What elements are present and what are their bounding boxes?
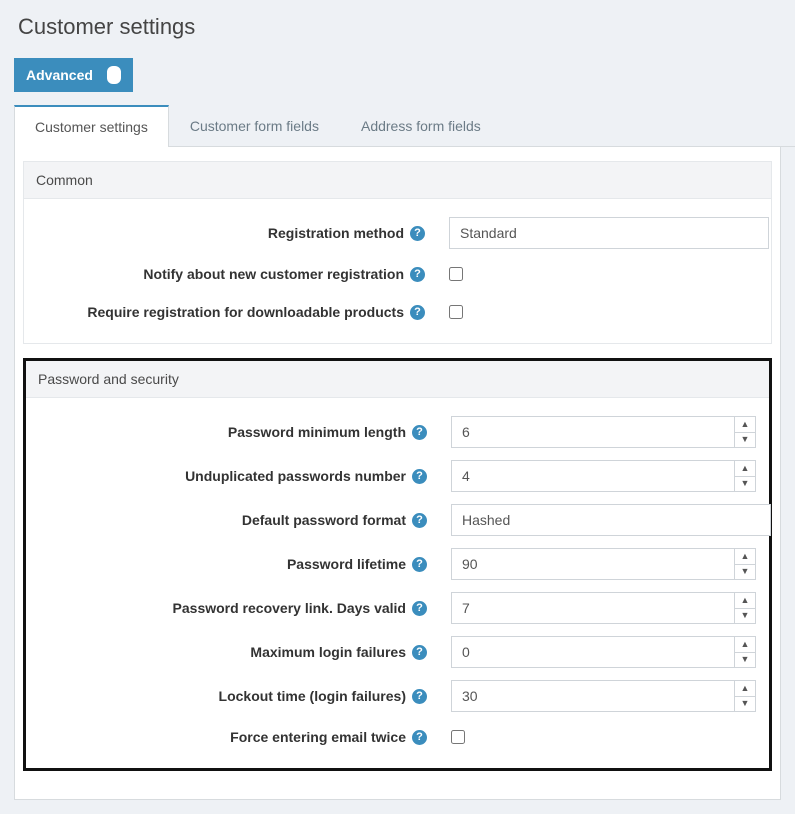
row-max-login-failures: Maximum login failures ? ▲ ▼: [34, 630, 761, 674]
row-force-email-twice: Force entering email twice ?: [34, 718, 761, 756]
tab-customer-settings[interactable]: Customer settings: [14, 105, 169, 147]
row-default-password-format: Default password format ? Hashed: [34, 498, 761, 542]
advanced-toggle[interactable]: Advanced: [14, 58, 133, 92]
max-login-failures-input[interactable]: [451, 636, 734, 668]
tab-bar: Customer settings Customer form fields A…: [14, 104, 795, 147]
row-password-lifetime: Password lifetime ? ▲ ▼: [34, 542, 761, 586]
help-icon[interactable]: ?: [410, 226, 425, 241]
row-recovery-days: Password recovery link. Days valid ? ▲ ▼: [34, 586, 761, 630]
label-require-reg-download: Require registration for downloadable pr…: [87, 304, 404, 320]
force-email-twice-checkbox[interactable]: [451, 730, 465, 744]
help-icon[interactable]: ?: [410, 267, 425, 282]
tab-address-form-fields[interactable]: Address form fields: [340, 105, 502, 147]
help-icon[interactable]: ?: [410, 305, 425, 320]
help-icon[interactable]: ?: [412, 601, 427, 616]
label-max-login-failures: Maximum login failures: [250, 644, 406, 660]
label-default-password-format: Default password format: [242, 512, 406, 528]
help-icon[interactable]: ?: [412, 469, 427, 484]
help-icon[interactable]: ?: [412, 513, 427, 528]
label-recovery-days: Password recovery link. Days valid: [173, 600, 406, 616]
row-notify-new-customer: Notify about new customer registration ?: [32, 255, 763, 293]
label-password-lifetime: Password lifetime: [287, 556, 406, 572]
registration-method-select[interactable]: Standard: [449, 217, 769, 249]
help-icon[interactable]: ?: [412, 425, 427, 440]
section-common-header: Common: [23, 161, 772, 199]
spin-up-icon[interactable]: ▲: [735, 461, 755, 477]
spin-up-icon[interactable]: ▲: [735, 681, 755, 697]
spin-down-icon[interactable]: ▼: [735, 477, 755, 492]
label-password-min-length: Password minimum length: [228, 424, 406, 440]
label-registration-method: Registration method: [268, 225, 404, 241]
label-undup-passwords: Unduplicated passwords number: [185, 468, 406, 484]
password-min-length-input[interactable]: [451, 416, 734, 448]
spin-up-icon[interactable]: ▲: [735, 637, 755, 653]
advanced-toggle-label: Advanced: [26, 67, 93, 83]
spin-down-icon[interactable]: ▼: [735, 653, 755, 668]
help-icon[interactable]: ?: [412, 645, 427, 660]
help-icon[interactable]: ?: [412, 689, 427, 704]
require-reg-download-checkbox[interactable]: [449, 305, 463, 319]
help-icon[interactable]: ?: [412, 730, 427, 745]
notify-new-customer-checkbox[interactable]: [449, 267, 463, 281]
undup-passwords-input[interactable]: [451, 460, 734, 492]
section-password-header: Password and security: [26, 361, 769, 398]
password-lifetime-input[interactable]: [451, 548, 734, 580]
label-notify-new-customer: Notify about new customer registration: [143, 266, 404, 282]
row-registration-method: Registration method ? Standard: [32, 211, 763, 255]
spin-down-icon[interactable]: ▼: [735, 609, 755, 624]
lockout-time-input[interactable]: [451, 680, 734, 712]
label-lockout-time: Lockout time (login failures): [219, 688, 406, 704]
section-common: Common Registration method ? Standard No…: [23, 161, 772, 344]
settings-panel: Common Registration method ? Standard No…: [14, 147, 781, 800]
spin-up-icon[interactable]: ▲: [735, 549, 755, 565]
spin-down-icon[interactable]: ▼: [735, 697, 755, 712]
page-title: Customer settings: [0, 0, 795, 58]
row-lockout-time: Lockout time (login failures) ? ▲ ▼: [34, 674, 761, 718]
row-require-reg-download: Require registration for downloadable pr…: [32, 293, 763, 331]
spin-down-icon[interactable]: ▼: [735, 433, 755, 448]
spin-down-icon[interactable]: ▼: [735, 565, 755, 580]
row-password-min-length: Password minimum length ? ▲ ▼: [34, 410, 761, 454]
row-undup-passwords: Unduplicated passwords number ? ▲ ▼: [34, 454, 761, 498]
recovery-days-input[interactable]: [451, 592, 734, 624]
toggle-knob-icon: [107, 66, 121, 84]
help-icon[interactable]: ?: [412, 557, 427, 572]
spin-up-icon[interactable]: ▲: [735, 417, 755, 433]
tab-customer-form-fields[interactable]: Customer form fields: [169, 105, 340, 147]
label-force-email-twice: Force entering email twice: [230, 729, 406, 745]
section-password-security: Password and security Password minimum l…: [23, 358, 772, 771]
spin-up-icon[interactable]: ▲: [735, 593, 755, 609]
default-password-format-select[interactable]: Hashed: [451, 504, 771, 536]
